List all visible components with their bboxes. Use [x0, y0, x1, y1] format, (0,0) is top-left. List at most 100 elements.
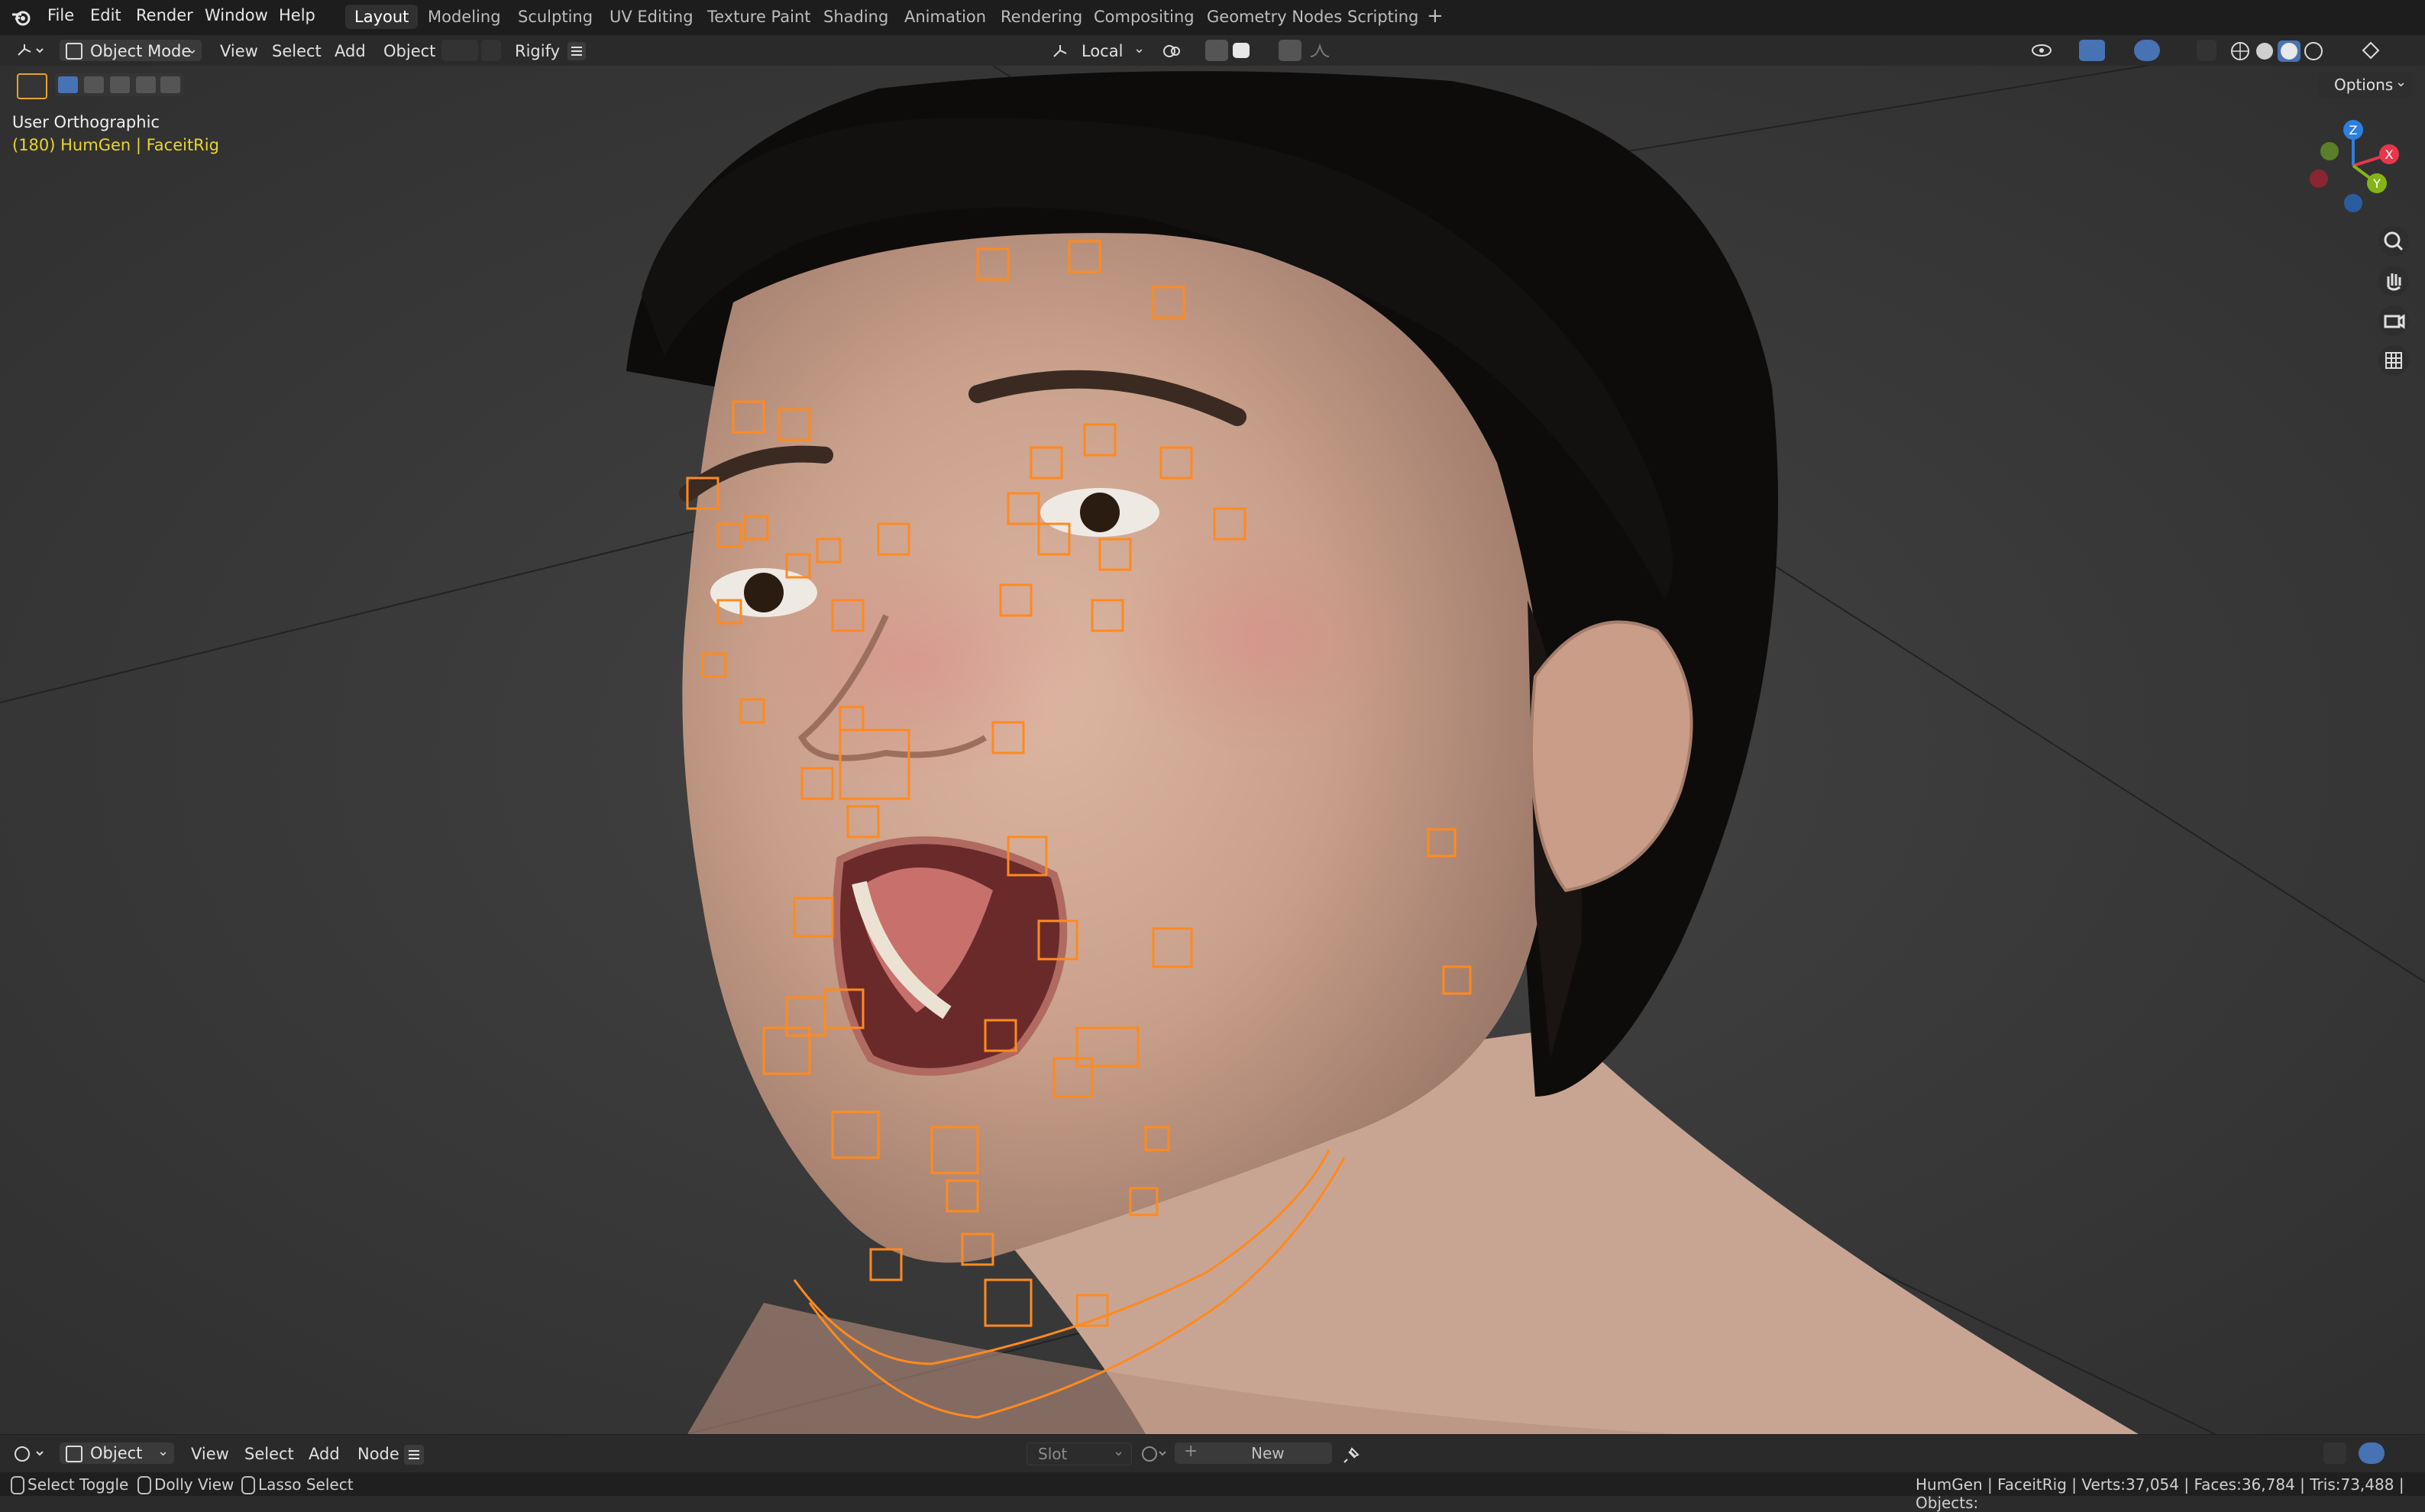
- header-rigify-menu[interactable]: Rigify: [515, 42, 560, 60]
- select-tool-icon[interactable]: [17, 73, 47, 99]
- gizmo-x-label: X: [2385, 147, 2394, 162]
- select-new-icon[interactable]: [58, 76, 78, 93]
- object-info-label: (180) HumGen | FaceitRig: [12, 136, 219, 154]
- tab-animation[interactable]: Animation: [895, 5, 995, 29]
- transform-orientation-icon: [1053, 45, 1067, 57]
- transform-orientation-dropdown[interactable]: Local: [1082, 42, 1123, 60]
- proportional-edit-button[interactable]: [441, 40, 478, 61]
- navigation-gizmo[interactable]: Z X Y: [2304, 116, 2403, 215]
- options-label: Options: [2334, 76, 2394, 94]
- mouse-left-icon: [11, 1476, 24, 1494]
- node-view-menu[interactable]: View: [191, 1445, 229, 1463]
- snap-target-icon[interactable]: [1233, 43, 1250, 58]
- iris-right: [1080, 493, 1120, 532]
- mode-label: Object Mode: [90, 42, 192, 60]
- status-dolly-view: Dolly View: [154, 1475, 234, 1494]
- visibility-eye-icon[interactable]: [2030, 40, 2053, 60]
- add-workspace-icon[interactable]: +: [1427, 5, 1444, 27]
- cheek-blush: [1107, 524, 1413, 753]
- chevron-down-icon: ⌄: [157, 1443, 170, 1459]
- node-editor-type-icon[interactable]: [12, 1444, 47, 1464]
- select-intersect-icon[interactable]: [160, 76, 180, 93]
- pivot-point-icon[interactable]: [1161, 41, 1184, 61]
- pan-hand-icon[interactable]: [2378, 266, 2409, 296]
- status-bar: Select Toggle Dolly View Lasso Select Hu…: [0, 1472, 2425, 1512]
- select-invert-icon[interactable]: [136, 76, 156, 93]
- gizmo-toggle-icon[interactable]: [2079, 40, 2105, 61]
- camera-view-icon[interactable]: [2378, 305, 2409, 336]
- shader-type-dropdown[interactable]: Object ⌄: [60, 1443, 174, 1464]
- 3d-viewport[interactable]: User Orthographic (180) HumGen | FaceitR…: [0, 66, 2425, 1434]
- menu-file[interactable]: File: [47, 6, 74, 24]
- tab-layout[interactable]: Layout: [345, 5, 419, 29]
- blender-logo-icon[interactable]: [11, 7, 32, 28]
- mode-dropdown[interactable]: Object Mode ⌄: [60, 40, 202, 61]
- gizmo-neg-z-axis[interactable]: [2344, 194, 2362, 212]
- snapping-icon[interactable]: [2323, 1443, 2346, 1464]
- node-add-menu[interactable]: Add: [309, 1445, 340, 1463]
- tab-modeling[interactable]: Modeling: [419, 5, 510, 29]
- xray-toggle-icon[interactable]: [2197, 40, 2216, 61]
- tab-geometry-nodes[interactable]: Geometry Nodes: [1198, 5, 1351, 29]
- tab-texture-paint[interactable]: Texture Paint: [698, 5, 820, 29]
- plus-icon: +: [1184, 1442, 1198, 1461]
- editor-type-icon[interactable]: [15, 41, 46, 60]
- menu-help[interactable]: Help: [279, 6, 315, 24]
- gizmo-y-label: Y: [2372, 176, 2381, 191]
- header-add-menu[interactable]: Add: [335, 42, 366, 60]
- tab-sculpting[interactable]: Sculpting: [509, 5, 602, 29]
- header-object-menu[interactable]: Object: [383, 42, 435, 60]
- hamburger-menu-icon[interactable]: [567, 41, 587, 61]
- node-overlays-icon[interactable]: [2359, 1443, 2385, 1464]
- tab-compositing[interactable]: Compositing: [1085, 5, 1204, 29]
- status-select-toggle: Select Toggle: [27, 1475, 129, 1494]
- falloff-curve-icon[interactable]: [1309, 43, 1331, 58]
- gizmo-neg-y-axis[interactable]: [2320, 142, 2339, 160]
- zoom-icon[interactable]: [2378, 226, 2409, 257]
- menu-edit[interactable]: Edit: [90, 6, 121, 24]
- editor-settings-icon[interactable]: [2360, 40, 2391, 61]
- shading-mode-buttons[interactable]: [2229, 40, 2323, 63]
- select-extend-icon[interactable]: [84, 76, 104, 93]
- tab-shading[interactable]: Shading: [814, 5, 897, 29]
- proportional-editing-icon[interactable]: [1279, 40, 1301, 61]
- options-dropdown[interactable]: Options ⌄: [2319, 72, 2412, 98]
- scene-statistics: HumGen | FaceitRig | Verts:37,054 | Face…: [1916, 1475, 2404, 1512]
- node-editor-header: Object ⌄ View Select Add Node Slot ⌄ + N…: [0, 1434, 2425, 1473]
- tab-scripting[interactable]: Scripting: [1338, 5, 1428, 29]
- slot-label: Slot: [1038, 1445, 1068, 1463]
- overlays-toggle-icon[interactable]: [2134, 40, 2160, 61]
- tab-uv-editing[interactable]: UV Editing: [600, 5, 703, 29]
- chevron-down-icon: ⌄: [1113, 1443, 1125, 1459]
- toggle-ortho-grid-icon[interactable]: [2378, 345, 2409, 376]
- header-select-menu[interactable]: Select: [272, 42, 322, 60]
- tab-rendering[interactable]: Rendering: [991, 5, 1091, 29]
- header-view-menu[interactable]: View: [220, 42, 258, 60]
- view-name-label: User Orthographic: [12, 113, 160, 131]
- node-select-menu[interactable]: Select: [244, 1445, 294, 1463]
- mouse-middle-icon: [137, 1476, 151, 1494]
- menu-window[interactable]: Window: [205, 6, 268, 24]
- status-lasso-select: Lasso Select: [258, 1475, 354, 1494]
- top-menu-bar: File Edit Render Window Help Layout Mode…: [0, 0, 2425, 35]
- chevron-down-icon: ⌄: [1133, 40, 1146, 57]
- chevron-down-icon: ⌄: [186, 41, 199, 57]
- select-subtract-icon[interactable]: [110, 76, 130, 93]
- mouse-right-icon: [241, 1476, 255, 1494]
- pin-icon[interactable]: [1341, 1444, 1363, 1465]
- chevron-down-icon: ⌄: [2395, 74, 2407, 90]
- new-material-button[interactable]: + New: [1175, 1442, 1332, 1464]
- snap-magnet-icon[interactable]: [1205, 40, 1228, 61]
- gizmo-neg-x-axis[interactable]: [2310, 170, 2328, 188]
- material-browse-icon[interactable]: [1141, 1446, 1167, 1462]
- selection-mode-buttons[interactable]: [55, 73, 183, 96]
- object-icon: [66, 1446, 82, 1462]
- node-node-menu[interactable]: Node: [357, 1445, 399, 1463]
- snap-toggle-button[interactable]: [481, 40, 501, 61]
- shader-type-label: Object: [90, 1444, 143, 1462]
- viewport-header: Object Mode ⌄ View Select Add Object Rig…: [0, 35, 2425, 66]
- viewport-scene: [0, 66, 2425, 1434]
- hamburger-menu-icon[interactable]: [403, 1444, 425, 1465]
- menu-render[interactable]: Render: [136, 6, 193, 24]
- slot-dropdown[interactable]: Slot ⌄: [1027, 1443, 1132, 1465]
